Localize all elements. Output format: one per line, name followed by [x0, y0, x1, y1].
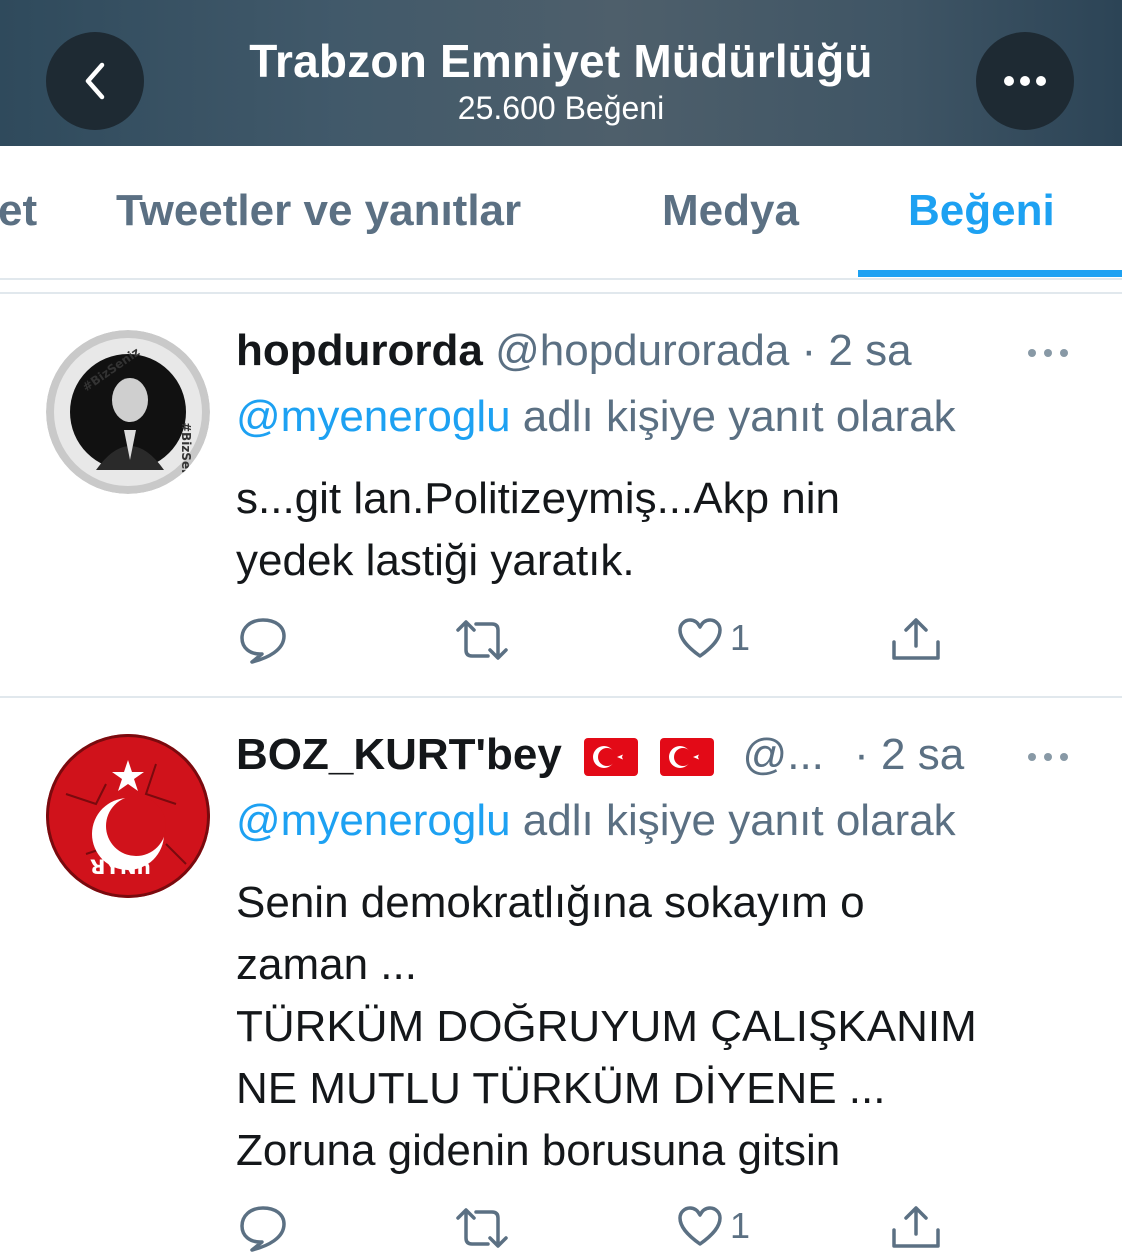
tweet-text-line: NE MUTLU TÜRKÜM DİYENE ...: [236, 1064, 886, 1113]
reply-button[interactable]: [238, 1204, 288, 1252]
reply-icon: [240, 1206, 286, 1252]
profile-header: Trabzon Emniyet Müdürlüğü 25.600 Beğeni: [0, 0, 1122, 146]
tab-tweets-replies[interactable]: Tweetler ve yanıtlar: [116, 186, 521, 236]
handle[interactable]: @hopdurorada: [495, 326, 789, 375]
reply-context: @myeneroglu adlı kişiye yanıt olarak: [236, 796, 956, 846]
timestamp[interactable]: · 2 sa: [854, 730, 964, 779]
more-icon: [1028, 349, 1068, 357]
more-icon: [1028, 753, 1068, 761]
tweet[interactable]: #BizSeniz #BizSeniz hopdurorda @hopduror…: [0, 294, 1122, 696]
retweet-icon: [456, 620, 508, 660]
tweet-menu-button[interactable]: [1026, 346, 1070, 364]
turkey-flag-icon: [660, 738, 715, 777]
likes-count: 25.600 Beğeni: [457, 90, 665, 126]
like-count: 1: [730, 617, 751, 658]
share-button[interactable]: [890, 614, 942, 664]
tweet-text-line: Zoruna gidenin borusuna gitsin: [236, 1126, 841, 1175]
tweet-text-line: TÜRKÜM DOĞRUYUM ÇALIŞKANIM: [236, 1002, 977, 1051]
reply-icon: [240, 618, 286, 664]
tweet-text-line: Senin demokratlığına sokayım o: [236, 878, 865, 927]
display-name[interactable]: hopdurorda: [236, 326, 483, 375]
tweet-text-line: zaman ...: [236, 940, 417, 989]
tab-likes[interactable]: Beğeni: [908, 186, 1055, 236]
reply-context: @myeneroglu adlı kişiye yanıt olarak: [236, 392, 956, 442]
svg-text:#BizSeniz: #BizSeniz: [179, 422, 193, 489]
reply-suffix: adlı kişiye yanıt olarak: [510, 796, 956, 845]
turkey-flag-icon: [584, 738, 639, 777]
share-icon: [892, 618, 940, 660]
tweet-header: BOZ_KURT'bey @... · 2 sa: [236, 730, 964, 780]
display-name[interactable]: BOZ_KURT'bey: [236, 730, 562, 779]
share-button[interactable]: [890, 1202, 942, 1252]
tweet-header: hopdurorda @hopdurorada · 2 sa: [236, 326, 912, 376]
avatar-image: ꓤYꓠh: [46, 734, 210, 898]
like-button[interactable]: 1: [676, 1204, 750, 1248]
handle[interactable]: @...: [743, 730, 824, 779]
divider: [0, 278, 1122, 280]
retweet-button[interactable]: [454, 1206, 510, 1250]
like-button[interactable]: 1: [676, 616, 750, 660]
tweet-menu-button[interactable]: [1026, 750, 1070, 768]
profile-tabs: et Tweetler ve yanıtlar Medya Beğeni: [0, 146, 1122, 278]
like-count: 1: [730, 1205, 751, 1246]
profile-name: Trabzon Emniyet Müdürlüğü: [249, 35, 873, 87]
heart-icon: [678, 1206, 722, 1246]
retweet-icon: [456, 1208, 508, 1248]
tweet-text-line: yedek lastiği yaratık.: [236, 536, 635, 585]
tweet-text: Senin demokratlığına sokayım o zaman ...…: [236, 872, 1096, 1182]
avatar[interactable]: ꓤYꓠh: [46, 734, 210, 898]
reply-suffix: adlı kişiye yanıt olarak: [510, 392, 956, 441]
svg-text:ꓤYꓠh: ꓤYꓠh: [90, 855, 151, 879]
tweet-text: s...git lan.Politizeymiş...Akp nin yedek…: [236, 468, 1096, 592]
active-tab-indicator: [858, 270, 1122, 277]
avatar[interactable]: #BizSeniz #BizSeniz: [46, 330, 210, 494]
tab-tweets[interactable]: et: [0, 186, 37, 236]
reply-mention[interactable]: @myeneroglu: [236, 392, 511, 441]
heart-icon: [678, 618, 722, 658]
reply-mention[interactable]: @myeneroglu: [236, 796, 511, 845]
share-icon: [892, 1206, 940, 1248]
retweet-button[interactable]: [454, 618, 510, 662]
avatar-image: #BizSeniz #BizSeniz: [46, 330, 210, 494]
timestamp[interactable]: · 2 sa: [802, 326, 912, 375]
tweet[interactable]: ꓤYꓠh BOZ_KURT'bey @... · 2 sa @myenerogl…: [0, 698, 1122, 1260]
tab-media[interactable]: Medya: [662, 186, 799, 236]
more-icon: [1004, 76, 1046, 86]
more-button[interactable]: [976, 32, 1074, 130]
reply-button[interactable]: [238, 616, 288, 664]
tweet-text-line: s...git lan.Politizeymiş...Akp nin: [236, 474, 841, 523]
